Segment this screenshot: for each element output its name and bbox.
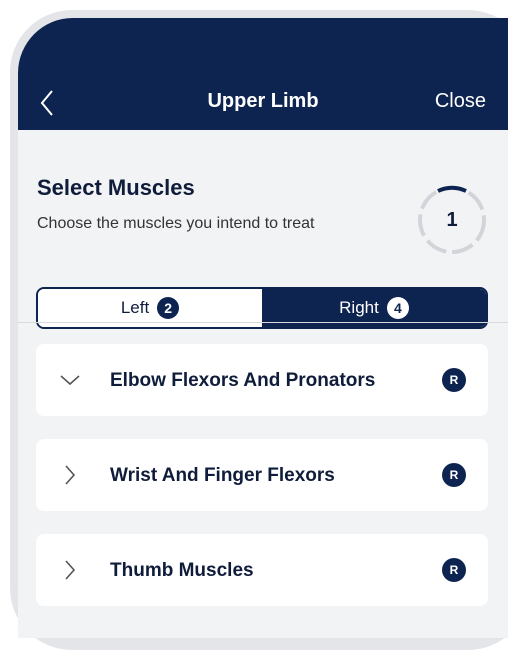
section-subtitle: Choose the muscles you intend to treat bbox=[37, 215, 315, 232]
section-title: Select Muscles bbox=[37, 175, 195, 200]
muscle-group-item[interactable]: Thumb Muscles R bbox=[36, 534, 488, 606]
muscle-group-item[interactable]: Wrist And Finger Flexors R bbox=[36, 439, 488, 511]
select-muscles-section: Select Muscles Choose the muscles you in… bbox=[18, 130, 508, 340]
segment-left-label: Left bbox=[120, 298, 150, 317]
muscle-group-item[interactable]: Elbow Flexors And Pronators R bbox=[36, 344, 488, 416]
muscle-group-label: Wrist And Finger Flexors bbox=[110, 465, 335, 486]
chevron-right-icon bbox=[65, 465, 76, 485]
muscle-group-label: Elbow Flexors And Pronators bbox=[110, 370, 376, 391]
app-screen: Upper Limb Close Select Muscles Choose t… bbox=[18, 18, 508, 638]
chevron-down-icon bbox=[60, 375, 80, 386]
segment-right-label: Right bbox=[339, 298, 379, 317]
side-badge: R bbox=[442, 463, 466, 487]
close-button[interactable]: Close bbox=[435, 90, 486, 113]
header-bar: Upper Limb Close bbox=[18, 18, 508, 130]
chevron-right-icon bbox=[65, 560, 76, 580]
divider bbox=[18, 322, 508, 323]
side-badge: R bbox=[442, 558, 466, 582]
muscle-group-label: Thumb Muscles bbox=[110, 560, 254, 581]
side-badge: R bbox=[442, 368, 466, 392]
segment-right-count: 4 bbox=[386, 297, 409, 319]
step-number: 1 bbox=[446, 209, 458, 231]
segment-left-count: 2 bbox=[157, 297, 180, 319]
